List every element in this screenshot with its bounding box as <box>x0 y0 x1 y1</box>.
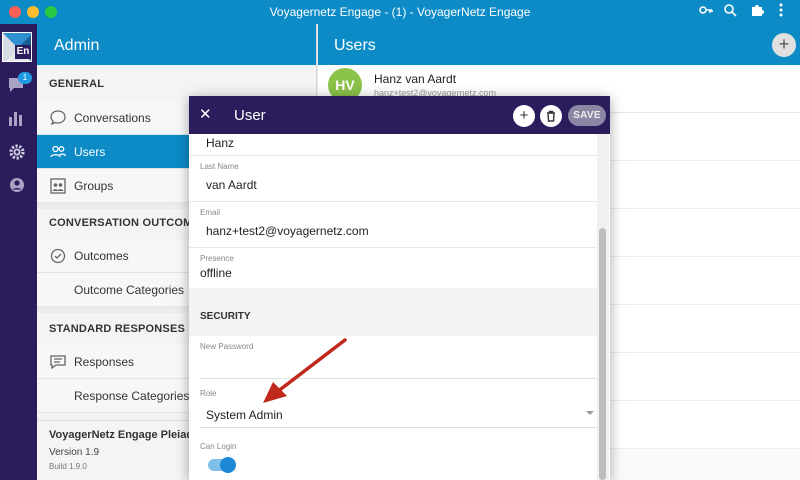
presence-field: Presence offline <box>189 248 598 288</box>
app-logo[interactable]: En <box>2 32 32 62</box>
close-icon[interactable]: ✕ <box>199 105 212 123</box>
delete-button[interactable] <box>540 105 562 127</box>
dialog-header: ✕ User + SAVE <box>189 96 610 134</box>
security-section-title: SECURITY <box>189 288 598 336</box>
last-name-field[interactable]: Last Name van Aardt <box>189 156 598 202</box>
sidebar-item-label: Groups <box>74 179 114 193</box>
add-button[interactable]: + <box>513 105 535 127</box>
people-icon <box>49 143 67 161</box>
chevron-down-icon <box>586 411 594 415</box>
last-name-value: van Aardt <box>206 178 257 192</box>
gear-icon[interactable] <box>7 142 29 164</box>
key-icon[interactable] <box>697 3 715 21</box>
account-icon[interactable] <box>7 175 29 197</box>
dialog-body: Hanz Last Name van Aardt Email hanz+test… <box>189 134 598 480</box>
add-user-button[interactable]: + <box>772 33 796 57</box>
dialog-scrollbar[interactable] <box>597 134 609 480</box>
user-name: Hanz van Aardt <box>374 72 457 86</box>
unread-badge: 1 <box>18 72 32 84</box>
sidebar-item-label: Response Categories <box>74 389 190 403</box>
more-icon[interactable] <box>772 3 790 21</box>
sidebar-item-label: Outcomes <box>74 249 129 263</box>
can-login-field: Can Login <box>189 428 598 473</box>
sidebar-item-label: Responses <box>74 355 135 369</box>
users-title: Users <box>334 37 376 54</box>
can-login-label: Can Login <box>200 442 237 451</box>
search-icon[interactable] <box>721 3 739 21</box>
sidebar-item-label: Outcome Categories <box>74 283 185 297</box>
message-text-icon <box>49 353 67 371</box>
save-button[interactable]: SAVE <box>568 105 606 126</box>
email-label: Email <box>200 208 221 217</box>
role-value: System Admin <box>206 408 283 422</box>
scrollbar-thumb[interactable] <box>599 228 606 480</box>
email-field[interactable]: Email hanz+test2@voyagernetz.com <box>189 202 598 248</box>
last-name-label: Last Name <box>200 162 239 171</box>
window-titlebar: Voyagernetz Engage - (1) - VoyagerNetz E… <box>0 0 800 24</box>
role-field: Role System Admin <box>189 387 598 428</box>
user-dialog: ✕ User + SAVE Hanz Last Name van Aardt E… <box>189 96 610 480</box>
group-icon <box>49 177 67 195</box>
nav-rail: En 1 <box>0 24 37 480</box>
bar-chart-icon[interactable] <box>7 109 29 131</box>
chat-bubble-icon <box>49 109 67 127</box>
new-password-field: New Password <box>189 336 598 379</box>
toggle-knob <box>220 457 236 473</box>
sidebar-item-label: Conversations <box>74 111 151 125</box>
trash-icon <box>547 110 555 122</box>
dialog-title: User <box>234 107 266 124</box>
first-name-field[interactable]: Hanz <box>189 134 598 156</box>
annotation-arrow-icon <box>263 338 347 403</box>
can-login-toggle[interactable] <box>208 457 236 473</box>
email-value: hanz+test2@voyagernetz.com <box>206 224 369 238</box>
sidebar-item-label: Users <box>74 145 106 159</box>
sidebar-title: Admin <box>37 24 316 65</box>
presence-label: Presence <box>200 254 234 263</box>
logo-text: En <box>15 45 31 59</box>
presence-value: offline <box>200 266 232 280</box>
extensions-icon[interactable] <box>748 3 766 21</box>
users-header: Users + <box>318 24 800 65</box>
check-circle-icon <box>49 247 67 265</box>
window-title: Voyagernetz Engage - (1) - VoyagerNetz E… <box>269 5 531 19</box>
